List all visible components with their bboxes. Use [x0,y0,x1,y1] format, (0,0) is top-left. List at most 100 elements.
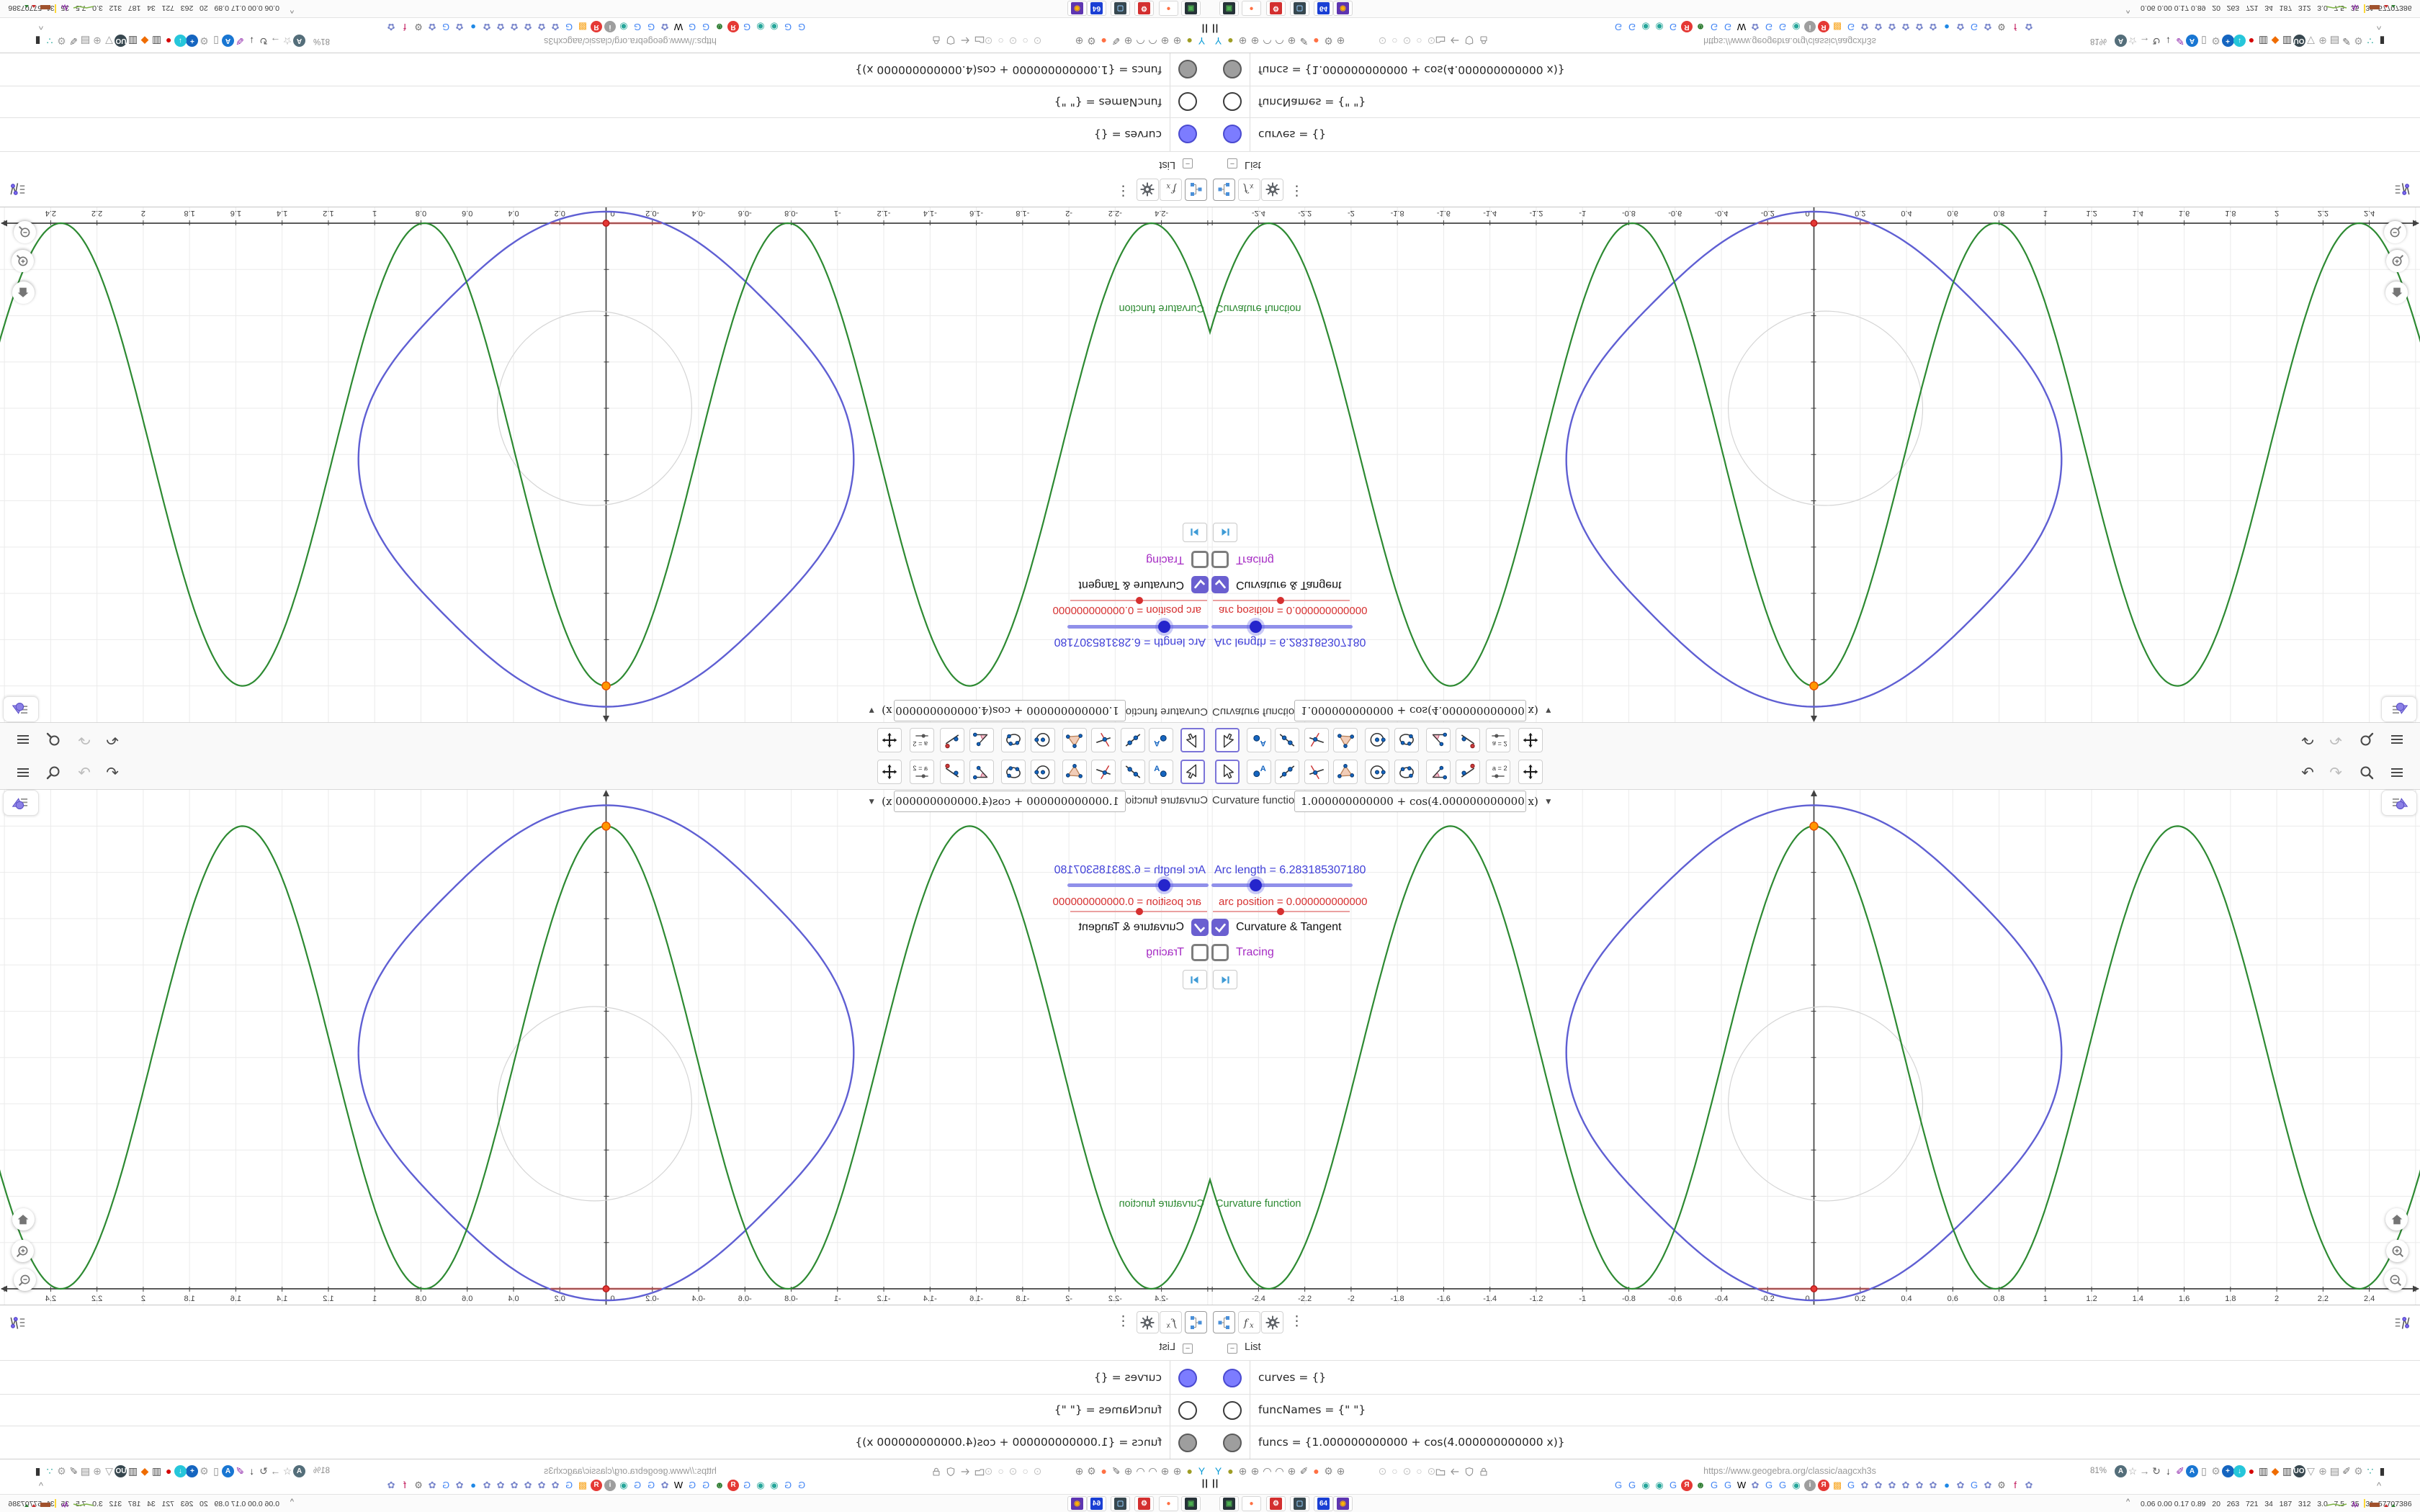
favicon-chip[interactable]: ▥ [2281,35,2293,47]
folder-icon[interactable] [973,35,985,47]
tree-view-button[interactable] [1213,1311,1235,1333]
favicon-chip[interactable]: ✿ [508,21,520,32]
favicon-chip[interactable]: ◉ [1791,1480,1802,1491]
favicon-chip[interactable]: ▯ [2198,35,2210,47]
favicon-chip[interactable]: f [399,21,411,32]
favicon-chip[interactable]: G [796,21,807,32]
favicon-chip[interactable]: ▥ [151,35,163,47]
play-pause-button[interactable] [1213,970,1237,989]
favicon-chip[interactable]: ⊕ [1335,1465,1347,1477]
favicon-chip[interactable]: G [632,21,643,32]
favicon-chip[interactable]: ✿ [1749,21,1761,32]
line-tool-button[interactable] [1121,728,1145,752]
favicon-chip[interactable]: ◉ [618,21,629,32]
taskbar-tile[interactable]: ▣ [1181,1496,1201,1511]
favicon-chip[interactable]: W [673,1480,684,1491]
tree-view-button[interactable] [1185,179,1207,201]
favicon-chip[interactable]: ● [2246,1465,2258,1477]
favicon-chip[interactable]: G [1777,21,1788,32]
favicon-chip[interactable]: G [1845,1480,1857,1491]
favicon-chip[interactable]: i [604,21,616,32]
favicon-chip[interactable]: G [1722,21,1734,32]
favicon-chip[interactable]: ◠ [1273,35,1286,47]
taskbar-tile[interactable]: ▢ [1111,1,1130,16]
favicon-chip[interactable]: ✿ [1982,1480,1994,1491]
favicon-chip[interactable]: Y [1196,35,1208,47]
algebra-row[interactable]: funcs = {1.000000000000 + cos(4.00000000… [1210,1426,2420,1459]
settings-gear-button[interactable] [1137,1311,1159,1333]
favicon-chip[interactable]: ▩ [1832,1480,1843,1491]
favicon-chip[interactable]: i [604,1480,616,1491]
favicon-chip[interactable]: ◆ [2269,35,2282,47]
favicon-chip[interactable]: ● [163,1465,175,1477]
taskbar-tile[interactable]: ▢ [1111,1496,1130,1511]
favicon-chip[interactable]: ✿ [1955,21,1966,32]
collapse-toggle[interactable]: − [1227,158,1237,168]
favicon-chip[interactable]: ⚙ [55,35,68,47]
transform-tool-button[interactable] [1456,728,1480,752]
favicon-chip[interactable]: ↻ [2151,1465,2163,1477]
taskbar-tile[interactable]: ◉ [1333,1,1353,16]
favicon-chip[interactable]: ⊕ [2317,1465,2329,1477]
favicon-chip[interactable]: ▯ [2198,1465,2210,1477]
favicon-chip[interactable]: ↓ [246,1465,258,1477]
favicon-chip[interactable]: ✿ [1886,21,1898,32]
favicon-chip[interactable]: ⊙ [1376,35,1389,47]
lock-icon[interactable] [930,1465,942,1477]
zoom-out-button[interactable] [14,1269,36,1291]
algebra-row[interactable]: curves = {} [0,1360,1210,1394]
favicon-chip[interactable]: G [1613,21,1624,32]
favicon-chip[interactable]: ▽ [103,1465,115,1477]
favicon-chip[interactable]: ▮ [32,1465,44,1477]
favicon-chip[interactable]: ● [1310,1465,1322,1477]
favicon-chip[interactable]: ↓ [2233,1465,2246,1477]
favicon-chip[interactable]: ● [163,35,175,47]
favicon-chip[interactable]: ☆ [2127,35,2139,47]
kebab-menu-icon[interactable]: ⋮ [1116,1313,1130,1330]
favicon-chip[interactable]: ⚙ [1322,1465,1335,1477]
play-pause-button[interactable] [1183,970,1207,989]
polygon-tool-button[interactable] [1062,728,1087,752]
favicon-chip[interactable]: ◉ [755,21,766,32]
favicon-chip[interactable]: ✐ [234,1465,246,1477]
favicon-chip[interactable]: f [2009,21,2021,32]
favicon-chip[interactable]: ◠ [1273,1465,1286,1477]
settings-gear-button[interactable] [1261,179,1283,201]
expand-chevron-icon[interactable]: ^ [290,6,294,14]
favicon-chip[interactable]: ● [1941,1480,1953,1491]
move-view-tool-button[interactable] [877,760,902,784]
perpendicular-tool-button[interactable] [1091,728,1116,752]
slider-knob[interactable] [1250,621,1262,633]
favicon-chip[interactable]: i [1804,1480,1816,1491]
favicon-chip[interactable]: ⊕ [2317,35,2329,47]
favicon-chip[interactable]: W [673,21,684,32]
favicon-chip[interactable]: ✿ [508,1480,520,1491]
play-pause-button[interactable] [1183,523,1207,542]
taskbar-tile[interactable]: ◉ [1333,1496,1353,1511]
favicon-chip[interactable]: ☆ [2127,1465,2139,1477]
chevron-up-icon[interactable]: ^ [2377,1480,2381,1491]
collapse-toggle[interactable]: − [1183,158,1193,168]
favicon-chip[interactable]: ▥ [2257,35,2269,47]
favicon-chip[interactable]: Y [1212,1465,1224,1477]
slider-tool-button[interactable]: a = 2 [910,760,934,784]
favicon-chip[interactable]: ▩ [577,1480,588,1491]
favicon-chip[interactable]: A [222,1465,234,1477]
favicon-chip[interactable]: → [269,1465,282,1477]
favicon-chip[interactable]: ▯ [210,35,223,47]
arc-position-slider[interactable] [1213,597,1350,604]
favicon-chip[interactable]: ↻ [2151,35,2163,47]
favicon-chip[interactable]: ▤ [2329,35,2341,47]
graphics-style-button[interactable] [2381,790,2417,816]
polygon-tool-button[interactable] [1062,760,1087,784]
menu-icon[interactable] [2387,762,2407,783]
conic-tool-button[interactable] [1394,760,1419,784]
settings-gear-button[interactable] [1137,179,1159,201]
arc-length-slider[interactable] [1211,879,1353,891]
visibility-marble[interactable] [1178,1434,1197,1452]
taskbar-tile[interactable]: ● [1159,1496,1178,1511]
lock-icon[interactable] [930,35,942,47]
favicon-chip[interactable]: f [2009,1480,2021,1491]
favicon-chip[interactable]: ☻ [1695,21,1706,32]
algebra-row[interactable]: funcs = {1.000000000000 + cos(4.00000000… [0,53,1210,86]
